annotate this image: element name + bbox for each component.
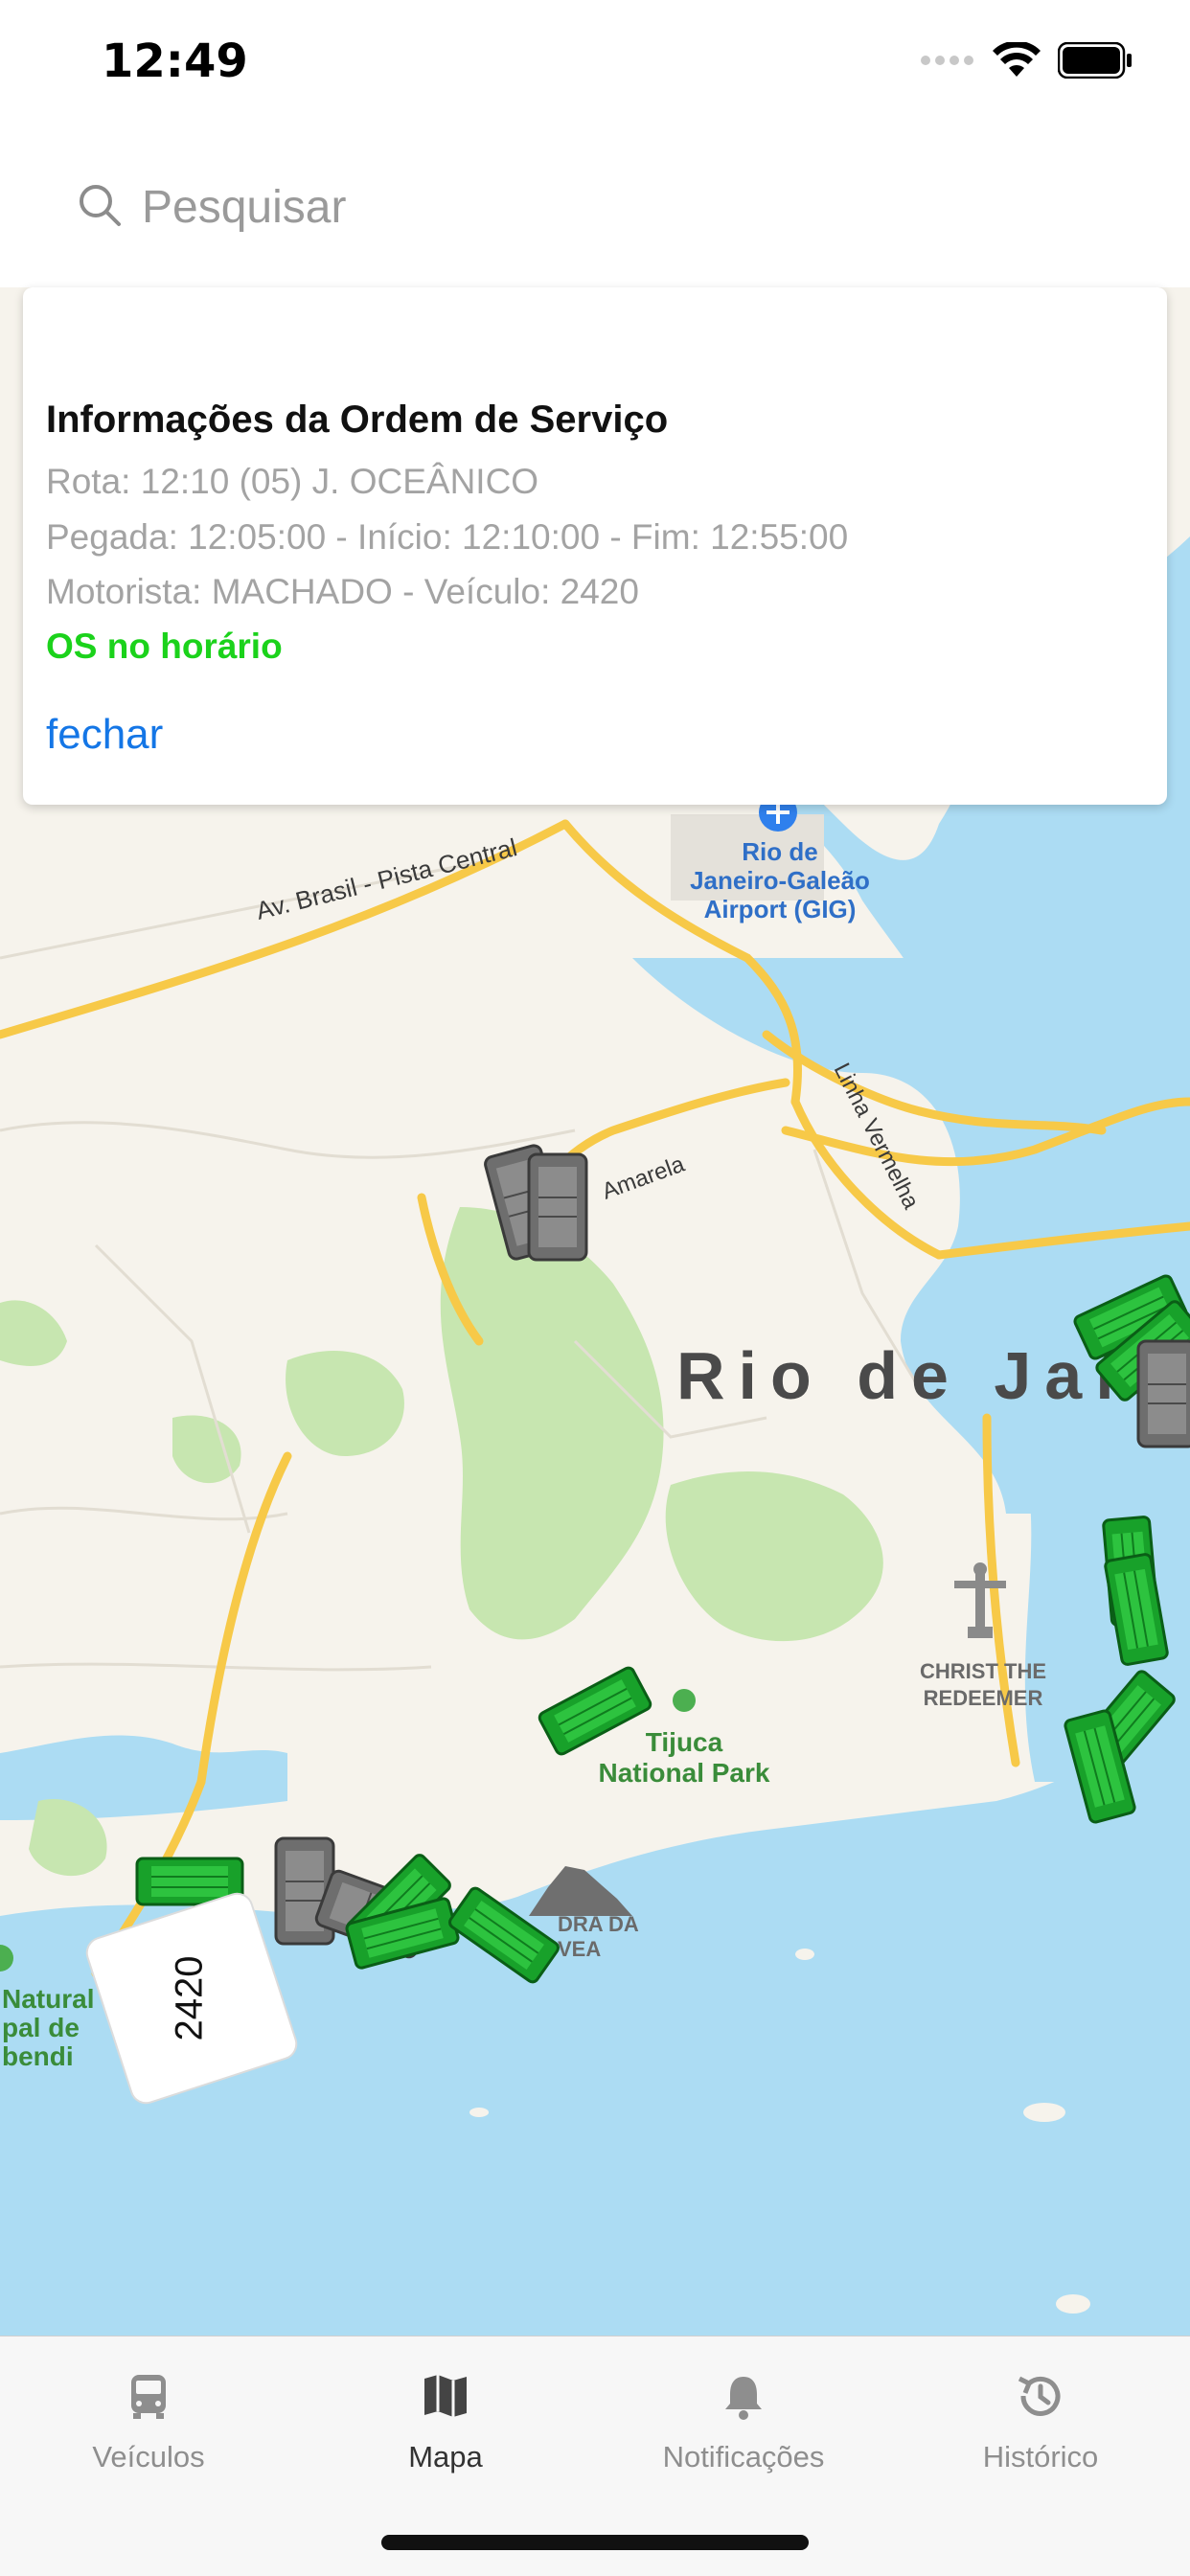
bell-icon bbox=[725, 2377, 762, 2420]
tab-label-notificacoes: Notificações bbox=[662, 2440, 825, 2473]
map-park-label-2: National Park bbox=[599, 1758, 770, 1788]
map-parque-label-1: Natural bbox=[2, 1984, 94, 2014]
map-icon bbox=[424, 2375, 467, 2417]
info-card-driver-vehicle: Motorista: MACHADO - Veículo: 2420 bbox=[46, 572, 639, 611]
map-parque-label-3: bendi bbox=[2, 2041, 74, 2071]
battery-icon bbox=[1058, 42, 1132, 79]
wifi-icon bbox=[993, 42, 1041, 77]
tab-label-historico: Histórico bbox=[982, 2440, 1099, 2473]
status-bar: 12:49 bbox=[0, 0, 1190, 134]
map-christ-label-2: REDEEMER bbox=[924, 1686, 1043, 1710]
map-park-label-1: Tijuca bbox=[646, 1727, 723, 1757]
tab-label-veiculos: Veículos bbox=[92, 2440, 205, 2473]
status-icons bbox=[920, 42, 1133, 79]
info-card-title: Informações da Ordem de Serviço bbox=[46, 399, 669, 441]
info-card-route: Rota: 12:10 (05) J. OCEÂNICO bbox=[46, 462, 539, 501]
tab-mapa[interactable]: Mapa bbox=[297, 2337, 594, 2509]
bus-icon bbox=[131, 2375, 166, 2419]
map-christ-label-1: CHRIST THE bbox=[920, 1659, 1046, 1683]
tab-historico[interactable]: Histórico bbox=[892, 2337, 1189, 2509]
close-link[interactable]: fechar bbox=[46, 711, 163, 759]
tab-label-mapa: Mapa bbox=[408, 2440, 483, 2473]
bus-marker-grey-2[interactable] bbox=[527, 1152, 588, 1262]
tab-veiculos[interactable]: Veículos bbox=[0, 2337, 297, 2509]
info-card-status: OS no horário bbox=[46, 627, 283, 666]
tab-notificacoes[interactable]: Notificações bbox=[595, 2337, 892, 2509]
history-icon bbox=[1018, 2376, 1061, 2416]
info-card-times: Pegada: 12:05:00 - Início: 12:10:00 - Fi… bbox=[46, 517, 849, 557]
home-indicator bbox=[381, 2535, 809, 2550]
service-order-info-card: Informações da Ordem de Serviço Rota: 12… bbox=[23, 287, 1167, 805]
search-input[interactable] bbox=[140, 172, 1006, 241]
map-airport-label-2: Janeiro-Galeão bbox=[690, 866, 870, 895]
map-airport-label-1: Rio de bbox=[742, 837, 817, 866]
map-airport-label-3: Airport (GIG) bbox=[704, 895, 857, 923]
map-pedra-label-1: DRA DA bbox=[558, 1912, 639, 1936]
status-time: 12:49 bbox=[102, 34, 248, 88]
map-pedra-label-2: VEA bbox=[558, 1937, 601, 1961]
bus-marker-grey-3[interactable] bbox=[1136, 1339, 1190, 1448]
map-parque-label-2: pal de bbox=[2, 2013, 80, 2042]
search-bar bbox=[0, 134, 1190, 288]
signal-icon bbox=[921, 56, 973, 65]
search-icon bbox=[80, 185, 121, 226]
vehicle-tag-label: 2420 bbox=[169, 1956, 211, 2041]
map-city-label: Rio de Jai bbox=[676, 1338, 1128, 1413]
